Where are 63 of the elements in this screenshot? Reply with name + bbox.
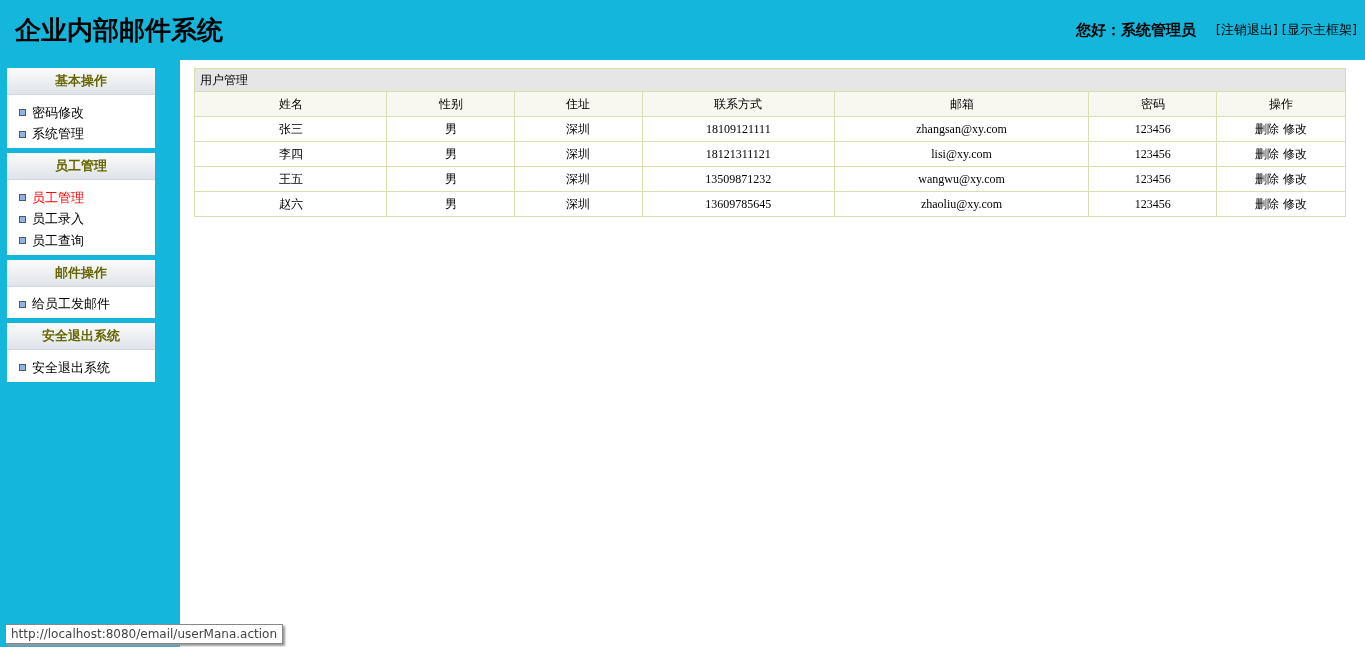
table-cell: 王五 [194,166,387,192]
table-cell: 深圳 [514,191,643,217]
action-link[interactable]: 修改 [1283,146,1307,161]
bullet-icon [19,237,26,245]
menu-item[interactable]: 安全退出系统 [19,357,155,379]
menu-item[interactable]: 给员工发邮件 [19,293,155,315]
table-cell: zhaoliu@xy.com [834,191,1089,217]
table-cell: 深圳 [514,141,643,167]
table-cell: zhangsan@xy.com [834,116,1089,142]
table-cell: 深圳 [514,166,643,192]
menu-group-title: 安全退出系统 [7,323,155,350]
action-link[interactable]: 删除 [1255,146,1279,161]
action-link[interactable]: 删除 [1255,196,1279,211]
action-link[interactable]: 修改 [1283,121,1307,136]
menu-group-title: 邮件操作 [7,259,155,287]
column-header: 住址 [514,91,643,117]
action-link[interactable]: 删除 [1255,121,1279,136]
table-cell: 13609785645 [642,191,835,217]
action-link[interactable]: 修改 [1283,171,1307,186]
column-header: 操作 [1216,91,1346,117]
table-cell: 123456 [1088,141,1217,167]
bullet-icon [19,130,26,138]
menu-item[interactable]: 员工查询 [19,230,155,252]
bullet-icon [19,364,26,372]
action-link[interactable]: 删除 [1255,171,1279,186]
table-cell: 123456 [1088,191,1217,217]
menu-item[interactable]: 密码修改 [19,102,155,124]
column-header: 姓名 [194,91,387,117]
greeting-text: 您好：系统管理员 [1075,20,1196,40]
column-header: 联系方式 [642,91,835,117]
table-cell: lisi@xy.com [834,141,1089,167]
table-cell: 13509871232 [642,166,835,192]
bullet-icon [19,215,26,223]
table-cell: 男 [386,191,515,217]
column-header: 邮箱 [834,91,1089,117]
bullet-icon [19,300,26,308]
table-cell: 123456 [1088,116,1217,142]
menu-item[interactable]: 员工管理 [19,187,155,209]
table-cell: 男 [386,141,515,167]
bullet-icon [19,109,26,117]
column-header: 密码 [1088,91,1217,117]
app-title: 企业内部邮件系统 [15,13,223,47]
action-link[interactable]: 修改 [1283,196,1307,211]
menu-item[interactable]: 员工录入 [19,208,155,230]
status-url-tooltip: http://localhost:8080/email/userMana.action [5,624,283,644]
table-cell: 123456 [1088,166,1217,192]
table-caption: 用户管理 [194,68,1346,92]
table-cell: 李四 [194,141,387,167]
menu-group-title: 基本操作 [7,68,155,95]
table-cell: 深圳 [514,116,643,142]
table-cell: 男 [386,116,515,142]
table-cell: 张三 [194,116,387,142]
table-cell: wangwu@xy.com [834,166,1089,192]
table-cell: 18121311121 [642,141,835,167]
column-header: 性别 [386,91,515,117]
table-cell: 18109121111 [642,116,835,142]
header-link[interactable]: [显示主框架] [1281,21,1357,39]
table-cell: 赵六 [194,191,387,217]
table-cell: 男 [386,166,515,192]
menu-group-title: 员工管理 [7,153,155,180]
menu-item[interactable]: 系统管理 [19,123,155,145]
bullet-icon [19,194,26,202]
header-link[interactable]: [注销退出] [1215,21,1278,39]
